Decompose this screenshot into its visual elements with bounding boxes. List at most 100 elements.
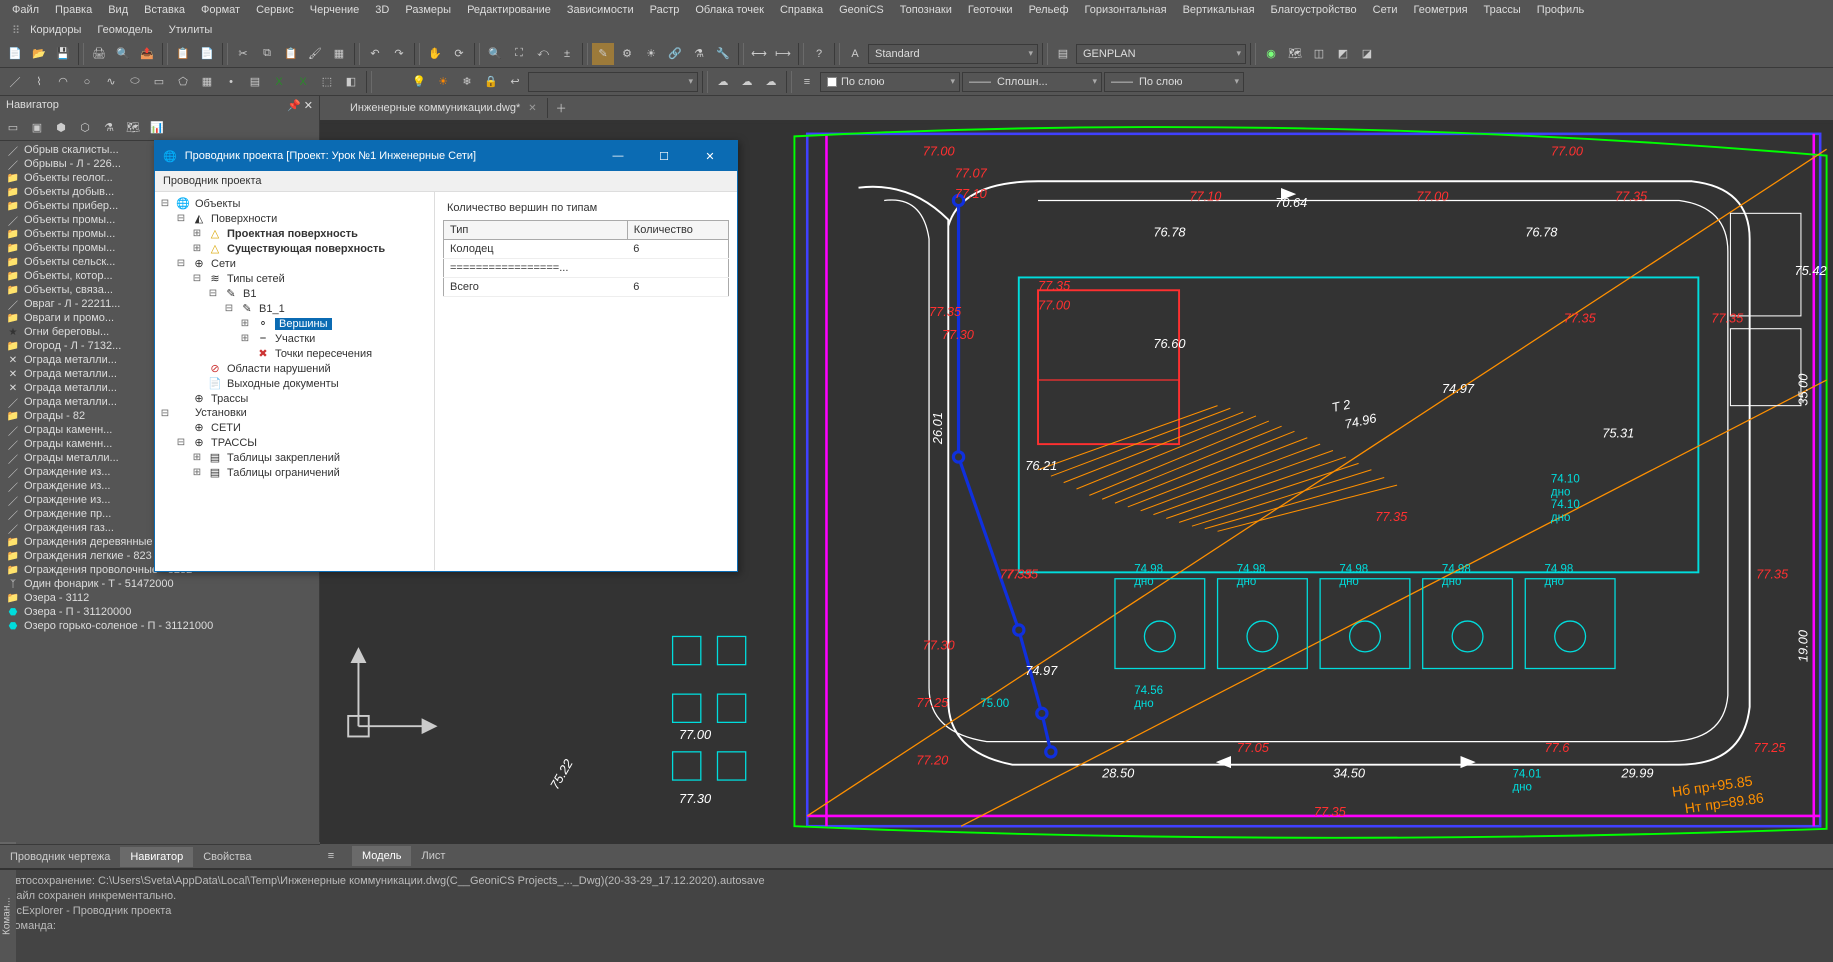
menu-item[interactable]: Вставка: [136, 1, 193, 19]
nav-item[interactable]: ⬣Озеро горько-соленое - П - 31121000: [2, 619, 317, 633]
region-icon[interactable]: ⬚: [316, 71, 338, 93]
map-icon[interactable]: 🗺: [1284, 43, 1306, 65]
menu-item[interactable]: Зависимости: [559, 1, 642, 19]
tree-node-installs[interactable]: ⊟Установки: [159, 406, 430, 420]
paste-icon[interactable]: 📄: [196, 43, 218, 65]
tree-node-b11[interactable]: ⊟✎В1_1: [159, 301, 430, 316]
tool-icon[interactable]: ◩: [1332, 43, 1354, 65]
menu-item[interactable]: Геоточки: [960, 1, 1021, 19]
nav-tool-icon[interactable]: ▭: [2, 117, 24, 139]
zoom-prev-icon[interactable]: ⤺: [532, 43, 554, 65]
window-titlebar[interactable]: 🌐 Проводник проекта [Проект: Урок №1 Инж…: [155, 141, 737, 171]
excel-icon[interactable]: X: [268, 71, 290, 93]
spline-icon[interactable]: ∿: [100, 71, 122, 93]
polygon-icon[interactable]: ⬠: [172, 71, 194, 93]
menu-item[interactable]: Горизонтальная: [1077, 1, 1175, 19]
menu-item[interactable]: Редактирование: [459, 1, 559, 19]
tree-node-exist-surface[interactable]: ⊞△Существующая поверхность: [159, 241, 430, 256]
close-icon[interactable]: ✕: [304, 100, 313, 112]
menu-item[interactable]: GeoniCS: [831, 1, 892, 19]
layer-filter-icon[interactable]: ☁: [712, 71, 734, 93]
menu-item[interactable]: Благоустройство: [1263, 1, 1365, 19]
nav-item[interactable]: ⬣Озера - П - 31120000: [2, 605, 317, 619]
cut-icon[interactable]: ✂: [232, 43, 254, 65]
color-combo[interactable]: [528, 72, 698, 92]
match-icon[interactable]: 🖌: [304, 43, 326, 65]
tree-node-routes[interactable]: ⊕Трассы: [159, 391, 430, 406]
polyline-icon[interactable]: ⌇: [28, 71, 50, 93]
hatch-icon[interactable]: ▦: [196, 71, 218, 93]
tree-node-objects[interactable]: ⊟🌐Объекты: [159, 196, 430, 211]
tree-node-surfaces[interactable]: ⊟◭Поверхности: [159, 211, 430, 226]
menu-item[interactable]: Черчение: [302, 1, 368, 19]
nav-item[interactable]: ᛉОдин фонарик - Т - 51472000: [2, 577, 317, 591]
text-style-combo[interactable]: Standard: [868, 44, 1038, 64]
lineweight-combo[interactable]: ——По слою: [1104, 72, 1244, 92]
linetype-combo[interactable]: ——Сплошн...: [962, 72, 1102, 92]
minimize-button[interactable]: ―: [599, 142, 637, 170]
layer-prev-icon[interactable]: ↩: [504, 71, 526, 93]
freeze-icon[interactable]: ❄: [456, 71, 478, 93]
menu-item[interactable]: Трассы: [1476, 1, 1529, 19]
line-icon[interactable]: ／: [4, 71, 26, 93]
document-tab[interactable]: Инженерные коммуникации.dwg* ✕: [340, 98, 548, 118]
tree-node-tablim[interactable]: ⊞▤Таблицы ограничений: [159, 465, 430, 480]
tree-node-tabfix[interactable]: ⊞▤Таблицы закреплений: [159, 450, 430, 465]
copy-icon[interactable]: ⧉: [256, 43, 278, 65]
dim2-icon[interactable]: ⟼: [772, 43, 794, 65]
close-tab-icon[interactable]: ✕: [528, 103, 536, 114]
tree-node-seti[interactable]: ⊕СЕТИ: [159, 420, 430, 435]
cmd-prompt[interactable]: Команда:: [8, 919, 1825, 934]
menu-item[interactable]: Файл: [4, 1, 47, 19]
nav-tool-icon[interactable]: ⬡: [74, 117, 96, 139]
tree-node-vertices[interactable]: ⊞⚬Вершины: [159, 316, 430, 331]
menu-item[interactable]: Формат: [193, 1, 248, 19]
redo-icon[interactable]: ↷: [388, 43, 410, 65]
nav-tool-icon[interactable]: ⚗: [98, 117, 120, 139]
table-icon[interactable]: ▤: [244, 71, 266, 93]
zoom-realtime-icon[interactable]: ±: [556, 43, 578, 65]
menu-item[interactable]: Геометрия: [1406, 1, 1476, 19]
publish-icon[interactable]: 📤: [136, 43, 158, 65]
gear-icon[interactable]: ⚙: [616, 43, 638, 65]
tool-icon[interactable]: ◪: [1356, 43, 1378, 65]
lock-icon[interactable]: 🔒: [480, 71, 502, 93]
linetype-icon[interactable]: ≡: [796, 71, 818, 93]
nav-tool-icon[interactable]: 🗺: [122, 117, 144, 139]
highlight-icon[interactable]: ✎: [592, 43, 614, 65]
layer-iso-icon[interactable]: ☁: [760, 71, 782, 93]
tree-node-violations[interactable]: ⊘Области нарушений: [159, 361, 430, 376]
menu-item[interactable]: Геомодель: [89, 21, 160, 39]
dim-icon[interactable]: ⟷: [748, 43, 770, 65]
pin-icon[interactable]: 📌: [287, 100, 301, 112]
nav-item[interactable]: 📁Озера - 3112: [2, 591, 317, 605]
arc-icon[interactable]: ◠: [52, 71, 74, 93]
orbit-icon[interactable]: ⟳: [448, 43, 470, 65]
tree-node-sections[interactable]: ⊞⎯Участки: [159, 331, 430, 346]
audit-icon[interactable]: ⚗: [688, 43, 710, 65]
layer-icon[interactable]: ▤: [1052, 43, 1074, 65]
tool-icon[interactable]: 🔧: [712, 43, 734, 65]
tree-node-trassy[interactable]: ⊟⊕ТРАССЫ: [159, 435, 430, 450]
menu-item[interactable]: Утилиты: [161, 21, 221, 39]
tab-properties[interactable]: Свойства: [193, 847, 261, 867]
menu-item[interactable]: 3D: [367, 1, 397, 19]
tree-node-nets[interactable]: ⊟⊕Сети: [159, 256, 430, 271]
menu-item[interactable]: Размеры: [397, 1, 459, 19]
open-icon[interactable]: 📂: [28, 43, 50, 65]
text-icon[interactable]: A: [844, 43, 866, 65]
help-icon[interactable]: ?: [808, 43, 830, 65]
print-icon[interactable]: 🖨: [88, 43, 110, 65]
excel2-icon[interactable]: X: [292, 71, 314, 93]
nav-tool-icon[interactable]: ⬢: [50, 117, 72, 139]
project-tree[interactable]: ⊟🌐Объекты ⊟◭Поверхности ⊞△Проектная пове…: [155, 192, 435, 570]
tab-drawing-explorer[interactable]: Проводник чертежа: [0, 847, 120, 867]
layout-list-icon[interactable]: ≡: [320, 845, 342, 867]
paste-clip-icon[interactable]: 📋: [280, 43, 302, 65]
menu-item[interactable]: Топознаки: [892, 1, 960, 19]
wipeout-icon[interactable]: ◧: [340, 71, 362, 93]
color-bylayer-combo[interactable]: По слою: [820, 72, 960, 92]
menu-item[interactable]: Коридоры: [22, 21, 89, 39]
maximize-button[interactable]: ☐: [645, 142, 683, 170]
menu-item[interactable]: Растр: [642, 1, 688, 19]
